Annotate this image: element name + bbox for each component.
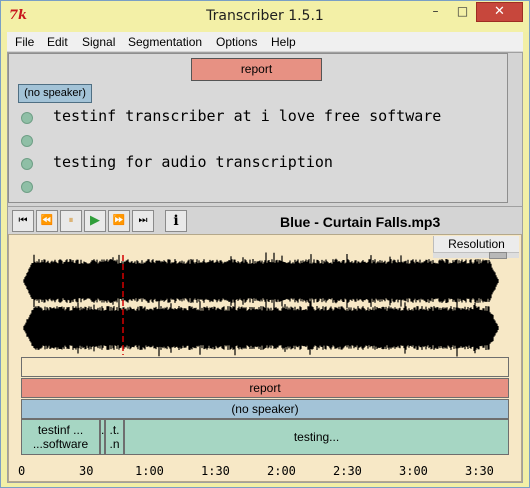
time-tick: 1:00 [135,464,164,478]
resolution-slider[interactable] [433,252,519,259]
signal-view[interactable]: Resolution report (no speaker) testinf .… [8,234,522,482]
time-tick: 3:00 [399,464,428,478]
go-start-icon[interactable]: ⏮ [12,210,34,232]
go-end-icon[interactable]: ⏭ [132,210,154,232]
topic-track[interactable] [21,357,509,377]
segment-text[interactable]: testinf transcriber at i love free softw… [53,107,441,125]
speaker-track[interactable]: (no speaker) [21,399,509,419]
time-tick: 2:00 [267,464,296,478]
transcription-editor[interactable]: report (no speaker) testinf transcriber … [8,53,508,203]
resolution-label: Resolution [433,236,519,252]
segment-marker-icon[interactable] [21,181,33,193]
segment-marker-icon[interactable] [21,135,33,147]
app-window: 7k Transcriber 1.5.1 – □ ✕ File Edit Sig… [0,0,530,488]
main-area: report (no speaker) testinf transcriber … [7,52,523,483]
time-tick: 2:30 [333,464,362,478]
minimize-button[interactable]: – [422,2,449,22]
playback-toolbar: ⏮ ⏪ ⏸ ▶ ⏩ ⏭ i Blue - Curtain Falls.mp3 [8,206,522,234]
menu-signal[interactable]: Signal [82,35,115,49]
track-title: Blue - Curtain Falls.mp3 [280,214,441,230]
segment-marker-icon[interactable] [21,112,33,124]
title-bar[interactable]: 7k Transcriber 1.5.1 – □ ✕ [1,1,529,32]
segment-cell[interactable]: testinf ... ...software [21,419,100,455]
menu-help[interactable]: Help [271,35,296,49]
info-icon[interactable]: i [165,210,187,232]
speaker-turn-button[interactable]: (no speaker) [18,84,92,103]
segment-cell[interactable]: testing... [124,419,509,455]
resolution-slider-knob[interactable] [489,252,507,259]
time-tick: 30 [79,464,94,478]
menu-edit[interactable]: Edit [47,35,68,49]
segment-text[interactable]: testing for audio transcription [53,153,333,171]
menu-bar: File Edit Signal Segmentation Options He… [7,32,523,52]
pause-icon[interactable]: ⏸ [60,210,82,232]
time-tick: 1:30 [201,464,230,478]
close-button[interactable]: ✕ [476,2,523,22]
segment-cell[interactable]: .t. .n [105,419,124,455]
fast-forward-icon[interactable]: ⏩ [108,210,130,232]
play-icon[interactable]: ▶ [84,210,106,232]
rewind-icon[interactable]: ⏪ [36,210,58,232]
maximize-button[interactable]: □ [449,2,476,22]
section-report-button[interactable]: report [191,58,322,81]
segment-track: testinf ... ...software . .t. .n testing… [21,419,509,455]
time-tick: 0 [18,464,26,478]
waveform-channel-1 [23,252,499,310]
section-track[interactable]: report [21,378,509,398]
time-tick: 3:30 [465,464,494,478]
menu-segmentation[interactable]: Segmentation [128,35,202,49]
waveform-channel-2 [23,299,499,357]
segment-marker-icon[interactable] [21,158,33,170]
menu-options[interactable]: Options [216,35,257,49]
menu-file[interactable]: File [15,35,34,49]
